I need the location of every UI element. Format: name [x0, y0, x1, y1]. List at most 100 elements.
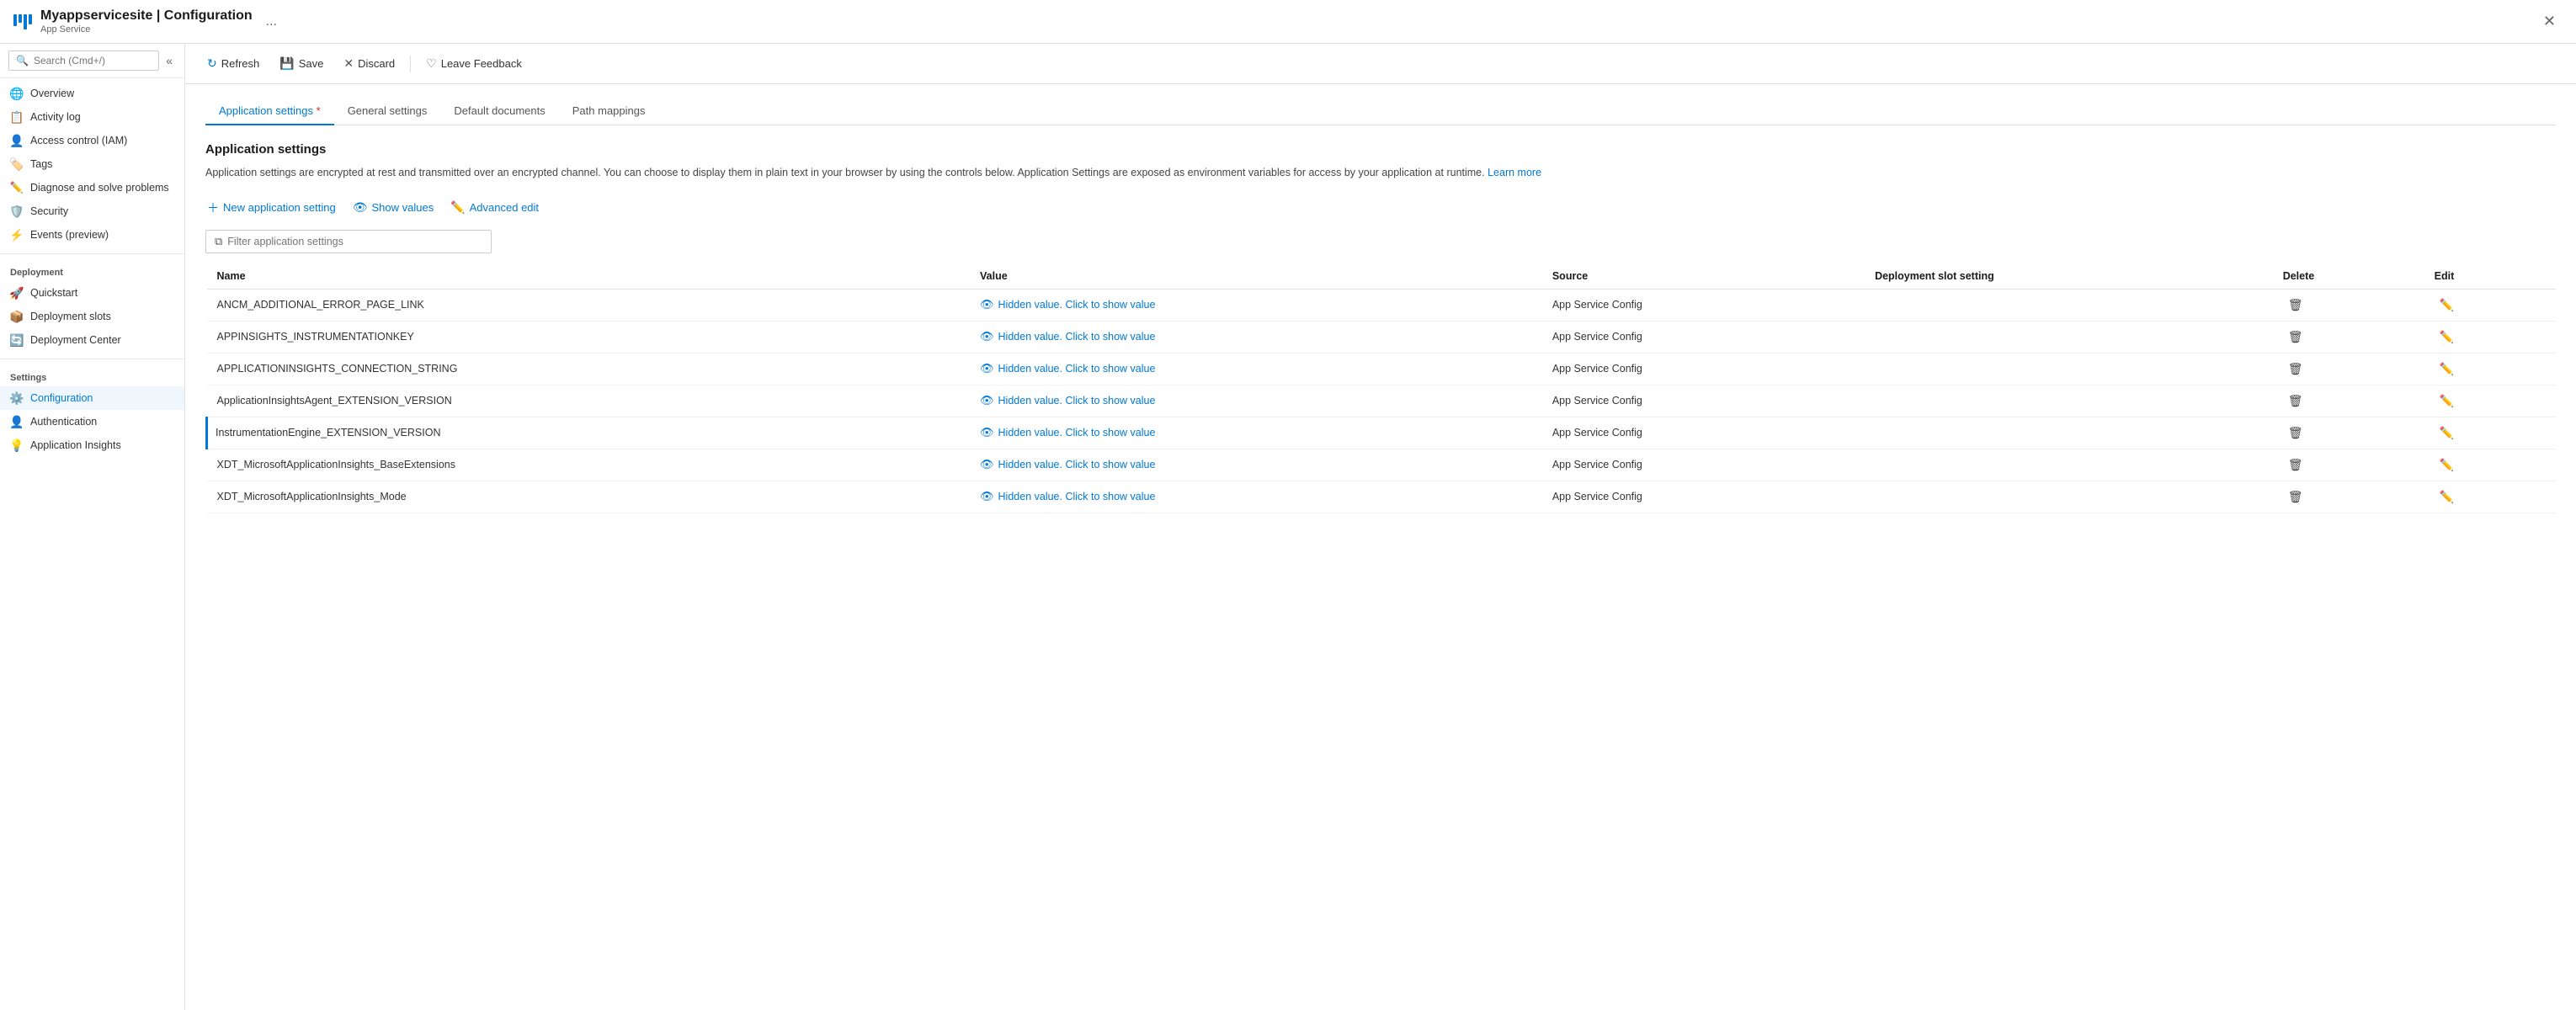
- sidebar-item-deployment-center[interactable]: 🔄 Deployment Center: [0, 328, 184, 352]
- edit-button[interactable]: ✏️: [2435, 360, 2459, 378]
- sidebar-item-quickstart[interactable]: 🚀 Quickstart: [0, 281, 184, 305]
- cell-delete[interactable]: 🗑: [2273, 289, 2424, 321]
- cell-name: APPINSIGHTS_INSTRUMENTATIONKEY: [207, 321, 971, 353]
- sidebar-item-access-control[interactable]: 👤 Access control (IAM): [0, 129, 184, 152]
- refresh-button[interactable]: ↻ Refresh: [199, 52, 268, 75]
- hidden-value-link[interactable]: 👁 Hidden value. Click to show value: [980, 298, 1532, 311]
- cell-slot-setting: [1865, 353, 2273, 385]
- cell-delete[interactable]: 🗑: [2273, 481, 2424, 513]
- cell-name: XDT_MicrosoftApplicationInsights_BaseExt…: [207, 449, 971, 481]
- page-title: Myappservicesite | Configuration: [40, 8, 253, 24]
- delete-button[interactable]: 🗑: [2283, 296, 2308, 314]
- tab-app-settings[interactable]: Application settings *: [205, 98, 334, 125]
- tabs: Application settings * General settings …: [205, 98, 2556, 125]
- security-icon: 🛡️: [10, 205, 24, 218]
- tab-path-mappings[interactable]: Path mappings: [559, 98, 659, 125]
- cell-delete[interactable]: 🗑: [2273, 321, 2424, 353]
- cell-value[interactable]: 👁 Hidden value. Click to show value: [970, 321, 1542, 353]
- search-input[interactable]: [34, 55, 152, 66]
- cell-edit[interactable]: ✏️: [2424, 481, 2556, 513]
- cell-edit[interactable]: ✏️: [2424, 449, 2556, 481]
- sidebar-item-security[interactable]: 🛡️ Security: [0, 199, 184, 223]
- cell-value[interactable]: 👁 Hidden value. Click to show value: [970, 449, 1542, 481]
- col-slot: Deployment slot setting: [1865, 263, 2273, 290]
- sidebar-item-app-insights-label: Application Insights: [30, 439, 121, 451]
- cell-value[interactable]: 👁 Hidden value. Click to show value: [970, 481, 1542, 513]
- hidden-value-link[interactable]: 👁 Hidden value. Click to show value: [980, 458, 1532, 471]
- col-name: Name: [207, 263, 971, 290]
- collapse-sidebar-button[interactable]: «: [162, 50, 176, 71]
- eye-icon: 👁: [980, 490, 994, 503]
- cell-value[interactable]: 👁 Hidden value. Click to show value: [970, 353, 1542, 385]
- main-layout: 🔍 « 🌐 Overview 📋 Activity log 👤 Access c…: [0, 44, 2576, 1010]
- cell-edit[interactable]: ✏️: [2424, 417, 2556, 449]
- delete-button[interactable]: 🗑: [2283, 328, 2308, 346]
- cell-delete[interactable]: 🗑: [2273, 385, 2424, 417]
- edit-button[interactable]: ✏️: [2435, 328, 2459, 346]
- cell-value[interactable]: 👁 Hidden value. Click to show value: [970, 385, 1542, 417]
- delete-button[interactable]: 🗑: [2283, 488, 2308, 506]
- edit-button[interactable]: ✏️: [2435, 456, 2459, 474]
- col-edit: Edit: [2424, 263, 2556, 290]
- sidebar-item-deployment-slots[interactable]: 📦 Deployment slots: [0, 305, 184, 328]
- cell-delete[interactable]: 🗑: [2273, 449, 2424, 481]
- sidebar-item-overview[interactable]: 🌐 Overview: [0, 82, 184, 105]
- save-icon: 💾: [279, 56, 294, 71]
- cell-edit[interactable]: ✏️: [2424, 353, 2556, 385]
- filter-input[interactable]: [227, 236, 482, 247]
- hidden-value-link[interactable]: 👁 Hidden value. Click to show value: [980, 394, 1532, 407]
- top-bar-left: Myappservicesite | Configuration App Ser…: [13, 8, 282, 35]
- tab-general-settings[interactable]: General settings: [334, 98, 441, 125]
- ellipsis-button[interactable]: ...: [261, 13, 282, 31]
- delete-button[interactable]: 🗑: [2283, 456, 2308, 474]
- hidden-value-link[interactable]: 👁 Hidden value. Click to show value: [980, 362, 1532, 375]
- cell-edit[interactable]: ✏️: [2424, 385, 2556, 417]
- sidebar-item-diagnose[interactable]: ✏️ Diagnose and solve problems: [0, 176, 184, 199]
- advanced-edit-button[interactable]: ✏️ Advanced edit: [449, 197, 540, 218]
- sidebar-item-tags[interactable]: 🏷️ Tags: [0, 152, 184, 176]
- sidebar-item-deployment-slots-label: Deployment slots: [30, 311, 111, 322]
- edit-button[interactable]: ✏️: [2435, 424, 2459, 442]
- cell-edit[interactable]: ✏️: [2424, 289, 2556, 321]
- discard-button[interactable]: ✕ Discard: [335, 52, 403, 75]
- app-insights-icon: 💡: [10, 439, 24, 452]
- delete-button[interactable]: 🗑: [2283, 424, 2308, 442]
- tab-default-documents[interactable]: Default documents: [440, 98, 558, 125]
- save-button[interactable]: 💾 Save: [271, 52, 332, 75]
- search-bar: 🔍: [8, 50, 159, 71]
- new-setting-button[interactable]: ＋ New application setting: [205, 196, 338, 220]
- deployment-slots-icon: 📦: [10, 310, 24, 323]
- sidebar-item-events[interactable]: ⚡ Events (preview): [0, 223, 184, 247]
- sidebar-item-app-insights[interactable]: 💡 Application Insights: [0, 433, 184, 457]
- sidebar-item-quickstart-label: Quickstart: [30, 287, 77, 299]
- toolbar: ↻ Refresh 💾 Save ✕ Discard ♡ Leave Feedb…: [185, 44, 2576, 84]
- learn-more-link[interactable]: Learn more: [1488, 167, 1541, 178]
- cell-edit[interactable]: ✏️: [2424, 321, 2556, 353]
- hidden-value-link[interactable]: 👁 Hidden value. Click to show value: [980, 426, 1532, 439]
- cell-delete[interactable]: 🗑: [2273, 417, 2424, 449]
- eye-icon: 👁: [980, 426, 994, 439]
- delete-button[interactable]: 🗑: [2283, 392, 2308, 410]
- cell-value[interactable]: 👁 Hidden value. Click to show value: [970, 417, 1542, 449]
- hidden-value-link[interactable]: 👁 Hidden value. Click to show value: [980, 330, 1532, 343]
- hidden-value-link[interactable]: 👁 Hidden value. Click to show value: [980, 490, 1532, 503]
- delete-button[interactable]: 🗑: [2283, 360, 2308, 378]
- eye-icon: 👁: [980, 298, 994, 311]
- sidebar-item-configuration[interactable]: ⚙️ Configuration: [0, 386, 184, 410]
- sidebar-item-authentication[interactable]: 👤 Authentication: [0, 410, 184, 433]
- cell-value[interactable]: 👁 Hidden value. Click to show value: [970, 289, 1542, 321]
- table-row: XDT_MicrosoftApplicationInsights_Mode👁 H…: [207, 481, 2557, 513]
- eye-icon: 👁: [980, 362, 994, 375]
- table-row: APPINSIGHTS_INSTRUMENTATIONKEY 👁 Hidden v…: [207, 321, 2557, 353]
- close-button[interactable]: ✕: [2536, 9, 2563, 34]
- cell-delete[interactable]: 🗑: [2273, 353, 2424, 385]
- feedback-button[interactable]: ♡ Leave Feedback: [418, 52, 530, 75]
- sidebar-item-activity-log[interactable]: 📋 Activity log: [0, 105, 184, 129]
- edit-button[interactable]: ✏️: [2435, 392, 2459, 410]
- edit-button[interactable]: ✏️: [2435, 296, 2459, 314]
- show-values-button[interactable]: 👁 Show values: [351, 197, 436, 218]
- cell-slot-setting: [1865, 321, 2273, 353]
- nav-settings: Settings ⚙️ Configuration 👤 Authenticati…: [0, 363, 184, 460]
- edit-button[interactable]: ✏️: [2435, 488, 2459, 506]
- refresh-icon: ↻: [207, 56, 217, 71]
